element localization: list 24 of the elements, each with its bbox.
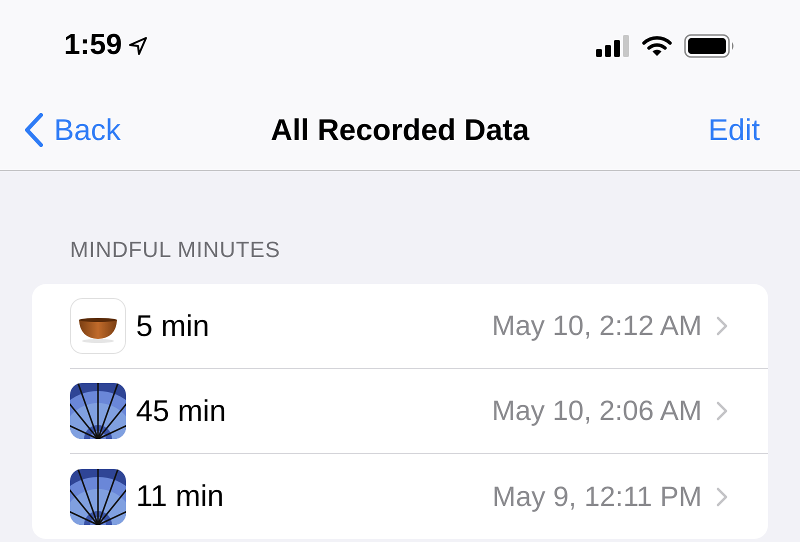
location-arrow-icon <box>128 36 148 56</box>
section-header: MINDFUL MINUTES <box>69 236 282 264</box>
duration-text: 45 min <box>136 394 226 430</box>
nav-title: All Recorded Data <box>270 112 530 148</box>
duration-text: 11 min <box>136 479 224 515</box>
record-row[interactable]: 11 min May 9, 12:11 PM <box>70 454 768 539</box>
date-text: May 10, 2:12 AM <box>492 309 702 343</box>
record-row[interactable]: 5 min May 10, 2:12 AM <box>70 284 768 369</box>
chevron-left-icon <box>24 113 44 147</box>
date-text: May 9, 12:11 PM <box>492 480 702 514</box>
date-text: May 10, 2:06 AM <box>492 394 702 428</box>
bowl-app-icon <box>70 298 126 354</box>
status-time: 1:59 <box>64 28 122 64</box>
chevron-right-icon <box>716 486 728 506</box>
wifi-icon <box>642 35 672 57</box>
sunburst-app-icon <box>70 383 126 439</box>
edit-button[interactable]: Edit <box>708 108 776 152</box>
sunburst-app-icon <box>70 468 126 524</box>
chevron-right-icon <box>716 401 728 421</box>
battery-icon <box>684 34 736 58</box>
duration-text: 5 min <box>136 308 210 344</box>
back-button[interactable]: Back <box>24 108 121 152</box>
signal-icon <box>596 35 630 57</box>
chevron-right-icon <box>716 316 728 336</box>
